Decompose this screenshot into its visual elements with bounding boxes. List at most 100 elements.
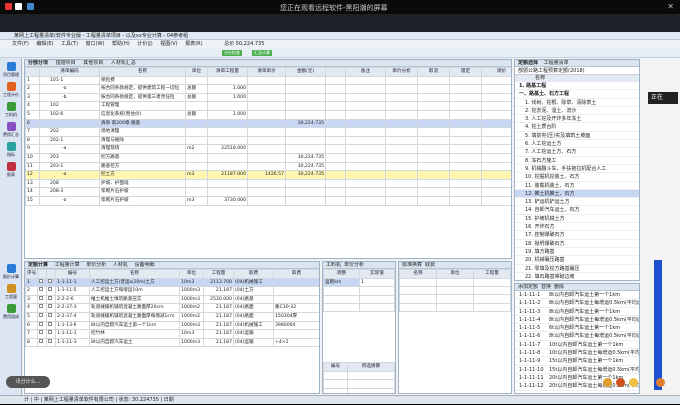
list-item[interactable]: 9. 机械翻斗车、手扶拖拉机配合人工 [515, 165, 639, 174]
table-cell[interactable] [417, 161, 450, 172]
table-cell[interactable] [385, 195, 418, 206]
table-cell[interactable]: 3730.000 [207, 195, 248, 206]
list-item[interactable]: 11. 装载机装土、石方 [515, 182, 639, 190]
table-cell[interactable] [481, 144, 511, 154]
table-cell[interactable] [285, 195, 326, 206]
table-cell[interactable]: 1-1-11-1 [55, 329, 90, 339]
tab-equip[interactable]: 设备明细 [134, 262, 154, 268]
table-cell[interactable] [273, 286, 319, 296]
table-cell[interactable] [37, 303, 47, 313]
table-row[interactable]: 13 208 护坡、护面墙 [25, 178, 511, 189]
list-item[interactable]: 5. 填前夯(压)实及填筑土坡面 [515, 132, 639, 141]
table-cell[interactable] [417, 84, 450, 94]
table-cell[interactable]: 8 [25, 337, 38, 348]
table-cell[interactable] [385, 178, 418, 189]
table-cell[interactable]: 6 [25, 320, 38, 331]
table-row[interactable]: 7 202 场地清理 [25, 127, 511, 137]
avatar[interactable] [656, 378, 665, 387]
table-cell[interactable]: 5 [25, 311, 38, 322]
table-cell[interactable] [345, 187, 386, 197]
table-cell[interactable] [417, 118, 450, 129]
table-cell[interactable] [385, 101, 418, 111]
table-cell[interactable] [325, 75, 346, 86]
check-button[interactable]: 计价检查 [222, 50, 242, 56]
table-cell[interactable] [207, 135, 248, 146]
list-item[interactable]: 8. 冻石方施工 [515, 157, 639, 165]
table-cell[interactable]: 推土机推土填筑路基压实 [89, 294, 180, 305]
list-item[interactable]: 7. 人工挖运土方、石方 [515, 148, 639, 157]
table-cell[interactable] [481, 109, 511, 120]
table-cell[interactable] [325, 161, 346, 172]
table-cell[interactable] [207, 187, 248, 197]
table-row[interactable]: 12 -a 挖土方 m3 21187.000 1426.57 30,224.735 [25, 170, 511, 180]
table-cell[interactable] [417, 75, 450, 86]
table-cell[interactable] [345, 135, 386, 146]
nav-report[interactable]: 报表 [2, 162, 20, 178]
table-cell[interactable] [247, 144, 286, 154]
table-cell[interactable]: (04)路面 [233, 311, 274, 322]
list-item[interactable]: 1-1-11-8 10t以内自卸汽车运土每增运0.5km(平均运 [515, 349, 639, 358]
table-cell[interactable]: 10m3 [179, 329, 204, 339]
table-cell[interactable]: 8t以内自卸汽车运土第一个1km [89, 320, 180, 331]
table-cell[interactable] [481, 84, 511, 94]
tab-labor[interactable]: 人材机 [113, 262, 128, 268]
table-cell[interactable] [449, 178, 482, 189]
list-item[interactable]: 22. 填石路基堆砌边坡 [515, 273, 639, 280]
table-cell[interactable]: 2113.700 [203, 277, 234, 288]
table-cell[interactable] [481, 118, 511, 129]
table-cell[interactable] [285, 187, 326, 197]
tab-quota-select[interactable]: 定额选择 [518, 60, 538, 66]
table-cell[interactable]: 1000m3 [179, 320, 204, 331]
table-cell[interactable]: 2-2-2-6 [55, 294, 90, 305]
table-cell[interactable] [285, 144, 326, 154]
table-cell[interactable] [481, 170, 511, 180]
table-cell[interactable] [185, 178, 208, 189]
table-row[interactable]: 1 1-1-11-1 人工挖运土方(普运≤20m)土方 10m3 2113.700 (04… [25, 277, 319, 288]
table-cell[interactable]: 208-3 [39, 187, 100, 197]
table-cell[interactable] [417, 109, 450, 120]
table-row[interactable]: 15 -a 浆砌片石护坡 m3 3730.000 [25, 195, 511, 206]
table-cell[interactable] [481, 75, 511, 86]
table-row[interactable]: 8 1-1-11-3 8t以内自卸汽车运土 1000m3 21.187 (04)运输 +4×… [25, 337, 319, 348]
table-cell[interactable] [385, 127, 418, 137]
table-cell[interactable] [325, 92, 346, 103]
table-cell[interactable]: 2-2-37-3 [55, 303, 90, 313]
table-cell[interactable]: 按合同条款规定，提供第三者责任险 [99, 92, 186, 103]
table-cell[interactable]: 工程管理 [99, 101, 186, 111]
table-row[interactable]: 5 102-6 信息化系统(暂估价) 总额 1.000 [25, 109, 511, 120]
table-cell[interactable]: 1 [25, 277, 38, 288]
table-cell[interactable]: 7 [25, 329, 38, 339]
checkbox[interactable] [48, 304, 52, 309]
table-cell[interactable] [46, 320, 56, 331]
table-cell[interactable]: (04)土方 [233, 286, 274, 296]
table-cell[interactable]: 1000m3 [179, 286, 204, 296]
list-item[interactable]: 4. 挖土质台阶 [515, 123, 639, 132]
table-cell[interactable]: 挖竹林 [89, 329, 180, 339]
table-row[interactable]: 3 -b 按合同条款规定，提供第三者责任险 总额 1.000 [25, 92, 511, 103]
table-cell[interactable] [247, 127, 286, 137]
table-cell[interactable] [449, 84, 482, 94]
table-cell[interactable]: 1.000 [207, 109, 248, 120]
table-cell[interactable] [325, 101, 346, 111]
table-cell[interactable]: 1000m2 [179, 303, 204, 313]
table-cell[interactable] [417, 127, 450, 137]
table-cell[interactable] [39, 118, 100, 129]
table-cell[interactable] [185, 187, 208, 197]
table-cell[interactable] [285, 84, 326, 94]
table-cell[interactable]: 信息化系统(暂估价) [99, 109, 186, 120]
table-cell[interactable]: 208 [39, 178, 100, 189]
table-cell[interactable]: m3 [185, 170, 208, 180]
table-cell[interactable] [325, 109, 346, 120]
table-cell[interactable] [325, 127, 346, 137]
table-cell[interactable] [385, 118, 418, 129]
list-item[interactable]: 19. 填方路基 [515, 248, 639, 257]
list-item[interactable]: 1. 伐树、挖根、除草、清除表土 [515, 99, 639, 107]
table-cell[interactable] [325, 152, 346, 163]
table-cell[interactable]: -a [39, 170, 100, 180]
table-cell[interactable] [449, 75, 482, 86]
table-cell[interactable] [46, 311, 56, 322]
list-item[interactable]: 18. 抛坍爆破石方 [515, 240, 639, 248]
table-cell[interactable]: 1-1-11-3 [55, 337, 90, 348]
table-cell[interactable]: 1000m3 [179, 294, 204, 305]
table-cell[interactable]: 1-1-11-5 [55, 286, 90, 296]
